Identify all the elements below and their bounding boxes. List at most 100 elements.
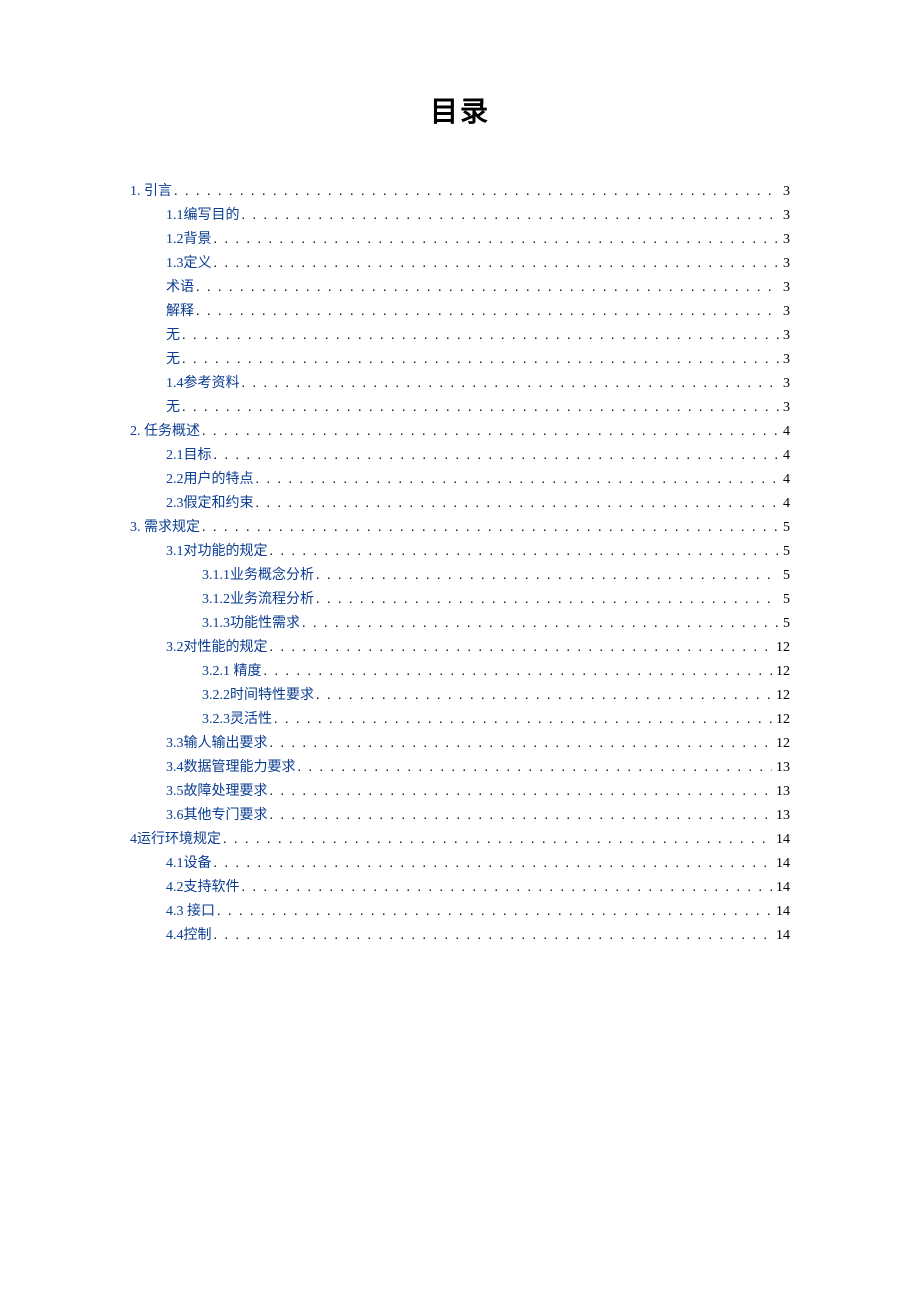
- toc-entry-page: 14: [772, 828, 790, 852]
- toc-entry[interactable]: 4.3 接口 14: [130, 900, 790, 924]
- toc-leader-dots: [172, 180, 779, 204]
- toc-entry[interactable]: 1.1编写目的3: [130, 204, 790, 228]
- toc-entry-page: 14: [772, 876, 790, 900]
- toc-entry[interactable]: 2. 任务概述 4: [130, 420, 790, 444]
- toc-entry[interactable]: 3.1.1业务概念分析 5: [130, 564, 790, 588]
- toc-entry[interactable]: 3.2.3灵活性 12: [130, 708, 790, 732]
- toc-entry[interactable]: 3. 需求规定5: [130, 516, 790, 540]
- toc-entry-label: 3.6其他专门要求: [166, 804, 268, 828]
- toc-entry-page: 5: [779, 564, 790, 588]
- toc-entry[interactable]: 无3: [130, 324, 790, 348]
- toc-leader-dots: [314, 564, 779, 588]
- toc-entry-label: 3.5故障处理要求: [166, 780, 268, 804]
- toc-entry[interactable]: 解释3: [130, 300, 790, 324]
- toc-entry-page: 5: [779, 588, 790, 612]
- toc-leader-dots: [240, 876, 773, 900]
- toc-entry-label: 2.2用户的特点: [166, 468, 254, 492]
- toc-entry-label: 3.2.3灵活性: [202, 708, 272, 732]
- toc-leader-dots: [254, 468, 780, 492]
- toc-entry-label: 4运行环境规定: [130, 828, 221, 852]
- toc-entry-page: 14: [772, 852, 790, 876]
- toc-leader-dots: [268, 732, 773, 756]
- toc-entry[interactable]: 3.2.2时间特性要求12: [130, 684, 790, 708]
- toc-entry[interactable]: 4运行环境规定 14: [130, 828, 790, 852]
- toc-entry-label: 4.3 接口: [166, 900, 215, 924]
- toc-entry[interactable]: 3.5故障处理要求13: [130, 780, 790, 804]
- toc-entry-page: 12: [772, 708, 790, 732]
- toc-entry-page: 5: [779, 516, 790, 540]
- toc-entry[interactable]: 1.2背景 3: [130, 228, 790, 252]
- toc-leader-dots: [215, 900, 772, 924]
- toc-entry[interactable]: 4.2支持软件14: [130, 876, 790, 900]
- toc-entry[interactable]: 3.1.3功能性需求5: [130, 612, 790, 636]
- toc-entry-page: 3: [779, 396, 790, 420]
- toc-entry[interactable]: 2.2用户的特点 4: [130, 468, 790, 492]
- toc-entry-page: 14: [772, 900, 790, 924]
- toc-entry-label: 1.3定义: [166, 252, 212, 276]
- toc-entry-page: 3: [779, 372, 790, 396]
- toc-leader-dots: [212, 924, 773, 948]
- toc-entry-page: 3: [779, 324, 790, 348]
- toc-entry[interactable]: 3.2.1 精度 12: [130, 660, 790, 684]
- toc-entry-page: 5: [779, 612, 790, 636]
- toc-leader-dots: [212, 228, 780, 252]
- toc-entry[interactable]: 3.6其他专门要求13: [130, 804, 790, 828]
- toc-leader-dots: [272, 708, 772, 732]
- toc-entry[interactable]: 4.1设备 14: [130, 852, 790, 876]
- toc-entry-page: 3: [779, 180, 790, 204]
- toc-entry-label: 3.2对性能的规定: [166, 636, 268, 660]
- toc-entry-page: 12: [772, 660, 790, 684]
- toc-entry-label: 2. 任务概述: [130, 420, 200, 444]
- toc-entry[interactable]: 3.3输人输出要求 12: [130, 732, 790, 756]
- toc-entry-label: 3.1.2业务流程分析: [202, 588, 314, 612]
- toc-leader-dots: [314, 684, 772, 708]
- toc-entry[interactable]: 2.1目标 4: [130, 444, 790, 468]
- page-title: 目录: [130, 90, 790, 130]
- toc-entry-label: 3.1.1业务概念分析: [202, 564, 314, 588]
- toc-entry[interactable]: 1.3定义 3: [130, 252, 790, 276]
- toc-entry-page: 14: [772, 924, 790, 948]
- toc-leader-dots: [296, 756, 773, 780]
- toc-entry-page: 12: [772, 732, 790, 756]
- toc-entry-label: 1. 引言: [130, 180, 172, 204]
- toc-entry[interactable]: 无3: [130, 396, 790, 420]
- toc-entry-label: 1.2背景: [166, 228, 212, 252]
- toc-entry[interactable]: 术语3: [130, 276, 790, 300]
- toc-leader-dots: [212, 252, 780, 276]
- toc-entry[interactable]: 1.4参考资料3: [130, 372, 790, 396]
- toc-entry-page: 12: [772, 636, 790, 660]
- toc-entry-label: 无: [166, 324, 180, 348]
- toc-entry[interactable]: 3.2对性能的规定 12: [130, 636, 790, 660]
- toc-entry[interactable]: 3.1.2业务流程分析 5: [130, 588, 790, 612]
- toc-leader-dots: [300, 612, 779, 636]
- toc-leader-dots: [240, 372, 780, 396]
- toc-entry-page: 4: [779, 444, 790, 468]
- toc-entry-page: 13: [772, 756, 790, 780]
- toc-entry-label: 3.2.1 精度: [202, 660, 262, 684]
- toc-entry[interactable]: 1. 引言 3: [130, 180, 790, 204]
- toc-entry-page: 3: [779, 252, 790, 276]
- toc-entry[interactable]: 3.1对功能的规定 5: [130, 540, 790, 564]
- toc-leader-dots: [240, 204, 780, 228]
- toc-entry-label: 2.1目标: [166, 444, 212, 468]
- toc-entry-label: 3.1对功能的规定: [166, 540, 268, 564]
- toc-entry-label: 4.1设备: [166, 852, 212, 876]
- toc-entry-label: 3.2.2时间特性要求: [202, 684, 314, 708]
- toc-entry-page: 3: [779, 228, 790, 252]
- toc-leader-dots: [194, 300, 779, 324]
- toc-entry-page: 5: [779, 540, 790, 564]
- toc-entry-label: 无: [166, 396, 180, 420]
- toc-entry[interactable]: 无3: [130, 348, 790, 372]
- toc-leader-dots: [180, 324, 779, 348]
- toc-entry[interactable]: 2.3假定和约束4: [130, 492, 790, 516]
- toc-entry-label: 3.4数据管理能力要求: [166, 756, 296, 780]
- toc-entry-label: 3.3输人输出要求: [166, 732, 268, 756]
- toc-leader-dots: [200, 420, 779, 444]
- toc-leader-dots: [254, 492, 780, 516]
- toc-entry[interactable]: 4.4控制14: [130, 924, 790, 948]
- toc-entry-page: 4: [779, 420, 790, 444]
- toc-entry-page: 4: [779, 492, 790, 516]
- toc-entry[interactable]: 3.4数据管理能力要求 13: [130, 756, 790, 780]
- toc-leader-dots: [200, 516, 779, 540]
- toc-entry-page: 4: [779, 468, 790, 492]
